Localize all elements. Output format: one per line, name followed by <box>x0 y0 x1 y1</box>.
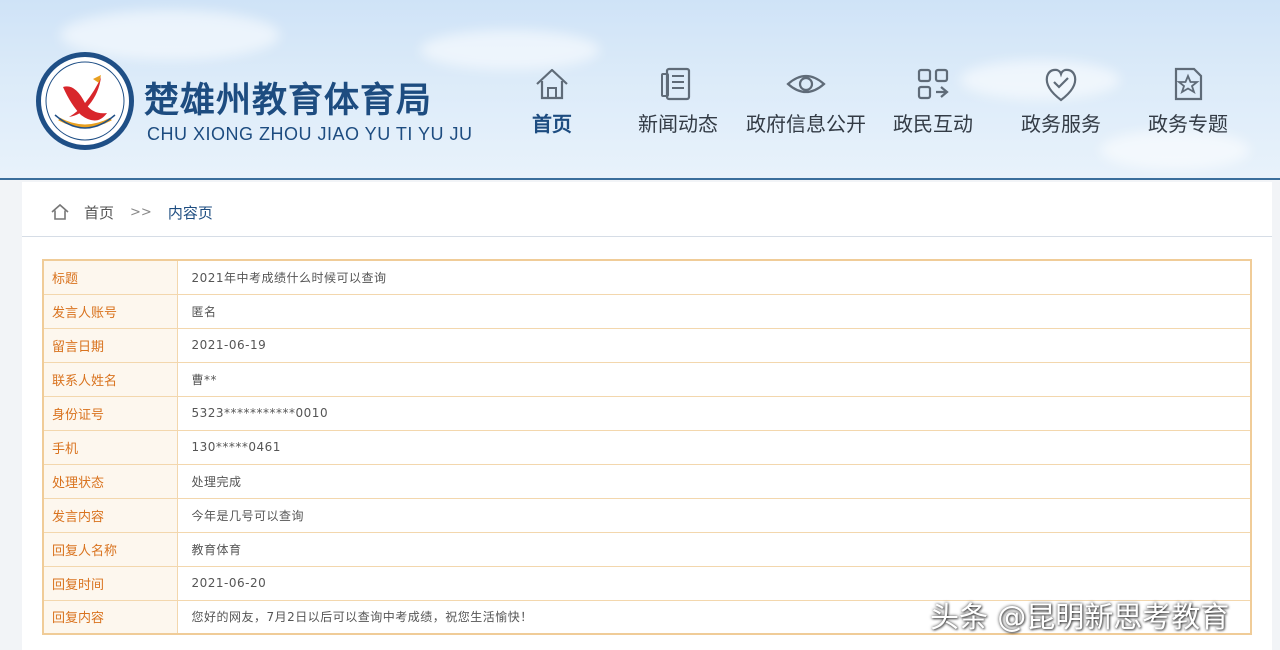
row-value: 5323***********0010 <box>176 395 1252 431</box>
heart-shield-icon <box>1045 68 1077 102</box>
row-label: 回复内容 <box>42 599 178 635</box>
breadcrumb: 首页 >> 内容页 <box>50 200 213 224</box>
row-label: 留言日期 <box>42 327 178 363</box>
table-row: 处理状态 处理完成 <box>42 463 1252 499</box>
row-value: 今年是几号可以查询 <box>176 497 1252 533</box>
nav-label: 政务服务 <box>1021 112 1101 136</box>
breadcrumb-home-link[interactable]: 首页 <box>84 202 114 223</box>
row-value: 曹** <box>176 361 1252 397</box>
row-value: 教育体育 <box>176 531 1252 567</box>
home-icon <box>536 68 568 100</box>
nav-item-news[interactable]: 新闻动态 <box>608 64 748 144</box>
star-document-icon <box>1174 67 1203 101</box>
site-logo[interactable] <box>36 52 134 150</box>
content-panel: 首页 >> 内容页 标题 2021年中考成绩什么时候可以查询 发言人账号 匿名 … <box>22 182 1272 650</box>
row-label: 身份证号 <box>42 395 178 431</box>
row-label: 发言人账号 <box>42 293 178 329</box>
message-detail-table: 标题 2021年中考成绩什么时候可以查询 发言人账号 匿名 留言日期 2021-… <box>42 259 1252 635</box>
row-label: 联系人姓名 <box>42 361 178 397</box>
nav-item-home[interactable]: 首页 <box>482 64 622 144</box>
nav-label: 首页 <box>532 112 572 136</box>
nav-item-services[interactable]: 政务服务 <box>991 64 1131 144</box>
breadcrumb-separator: >> <box>130 204 152 220</box>
table-row: 回复人名称 教育体育 <box>42 531 1252 567</box>
site-subtitle: CHU XIONG ZHOU JIAO YU TI YU JU <box>147 124 473 144</box>
interaction-icon <box>917 68 949 100</box>
breadcrumb-current: 内容页 <box>167 203 213 222</box>
table-row: 发言内容 今年是几号可以查询 <box>42 497 1252 533</box>
nav-label: 政府信息公开 <box>746 112 866 136</box>
site-header: 楚雄州教育体育局 CHU XIONG ZHOU JIAO YU TI YU JU… <box>0 0 1280 180</box>
row-label: 标题 <box>42 259 178 295</box>
row-label: 回复人名称 <box>42 531 178 567</box>
table-row: 联系人姓名 曹** <box>42 361 1252 397</box>
table-row: 留言日期 2021-06-19 <box>42 327 1252 363</box>
row-label: 手机 <box>42 429 178 465</box>
divider <box>22 236 1272 237</box>
row-value: 130*****0461 <box>176 429 1252 465</box>
eye-icon <box>786 74 826 94</box>
row-value: 2021年中考成绩什么时候可以查询 <box>176 259 1252 295</box>
emblem-icon <box>45 61 125 141</box>
home-icon[interactable] <box>50 202 70 222</box>
site-title: 楚雄州教育体育局 <box>144 81 433 121</box>
row-value: 匿名 <box>176 293 1252 329</box>
newspaper-icon <box>661 67 691 101</box>
watermark-text: 头条 @昆明新思考教育 <box>930 600 1230 634</box>
row-label: 处理状态 <box>42 463 178 499</box>
row-label: 回复时间 <box>42 565 178 601</box>
nav-label: 政务专题 <box>1148 112 1228 136</box>
nav-label: 新闻动态 <box>638 112 718 136</box>
nav-item-interaction[interactable]: 政民互动 <box>863 64 1003 144</box>
nav-item-info-disclosure[interactable]: 政府信息公开 <box>736 64 876 144</box>
nav-label: 政民互动 <box>893 112 973 136</box>
row-value: 处理完成 <box>176 463 1252 499</box>
row-value: 2021-06-19 <box>176 327 1252 363</box>
table-row: 发言人账号 匿名 <box>42 293 1252 329</box>
table-row: 手机 130*****0461 <box>42 429 1252 465</box>
table-row: 身份证号 5323***********0010 <box>42 395 1252 431</box>
table-row: 标题 2021年中考成绩什么时候可以查询 <box>42 259 1252 295</box>
row-label: 发言内容 <box>42 497 178 533</box>
nav-item-topics[interactable]: 政务专题 <box>1118 64 1258 144</box>
